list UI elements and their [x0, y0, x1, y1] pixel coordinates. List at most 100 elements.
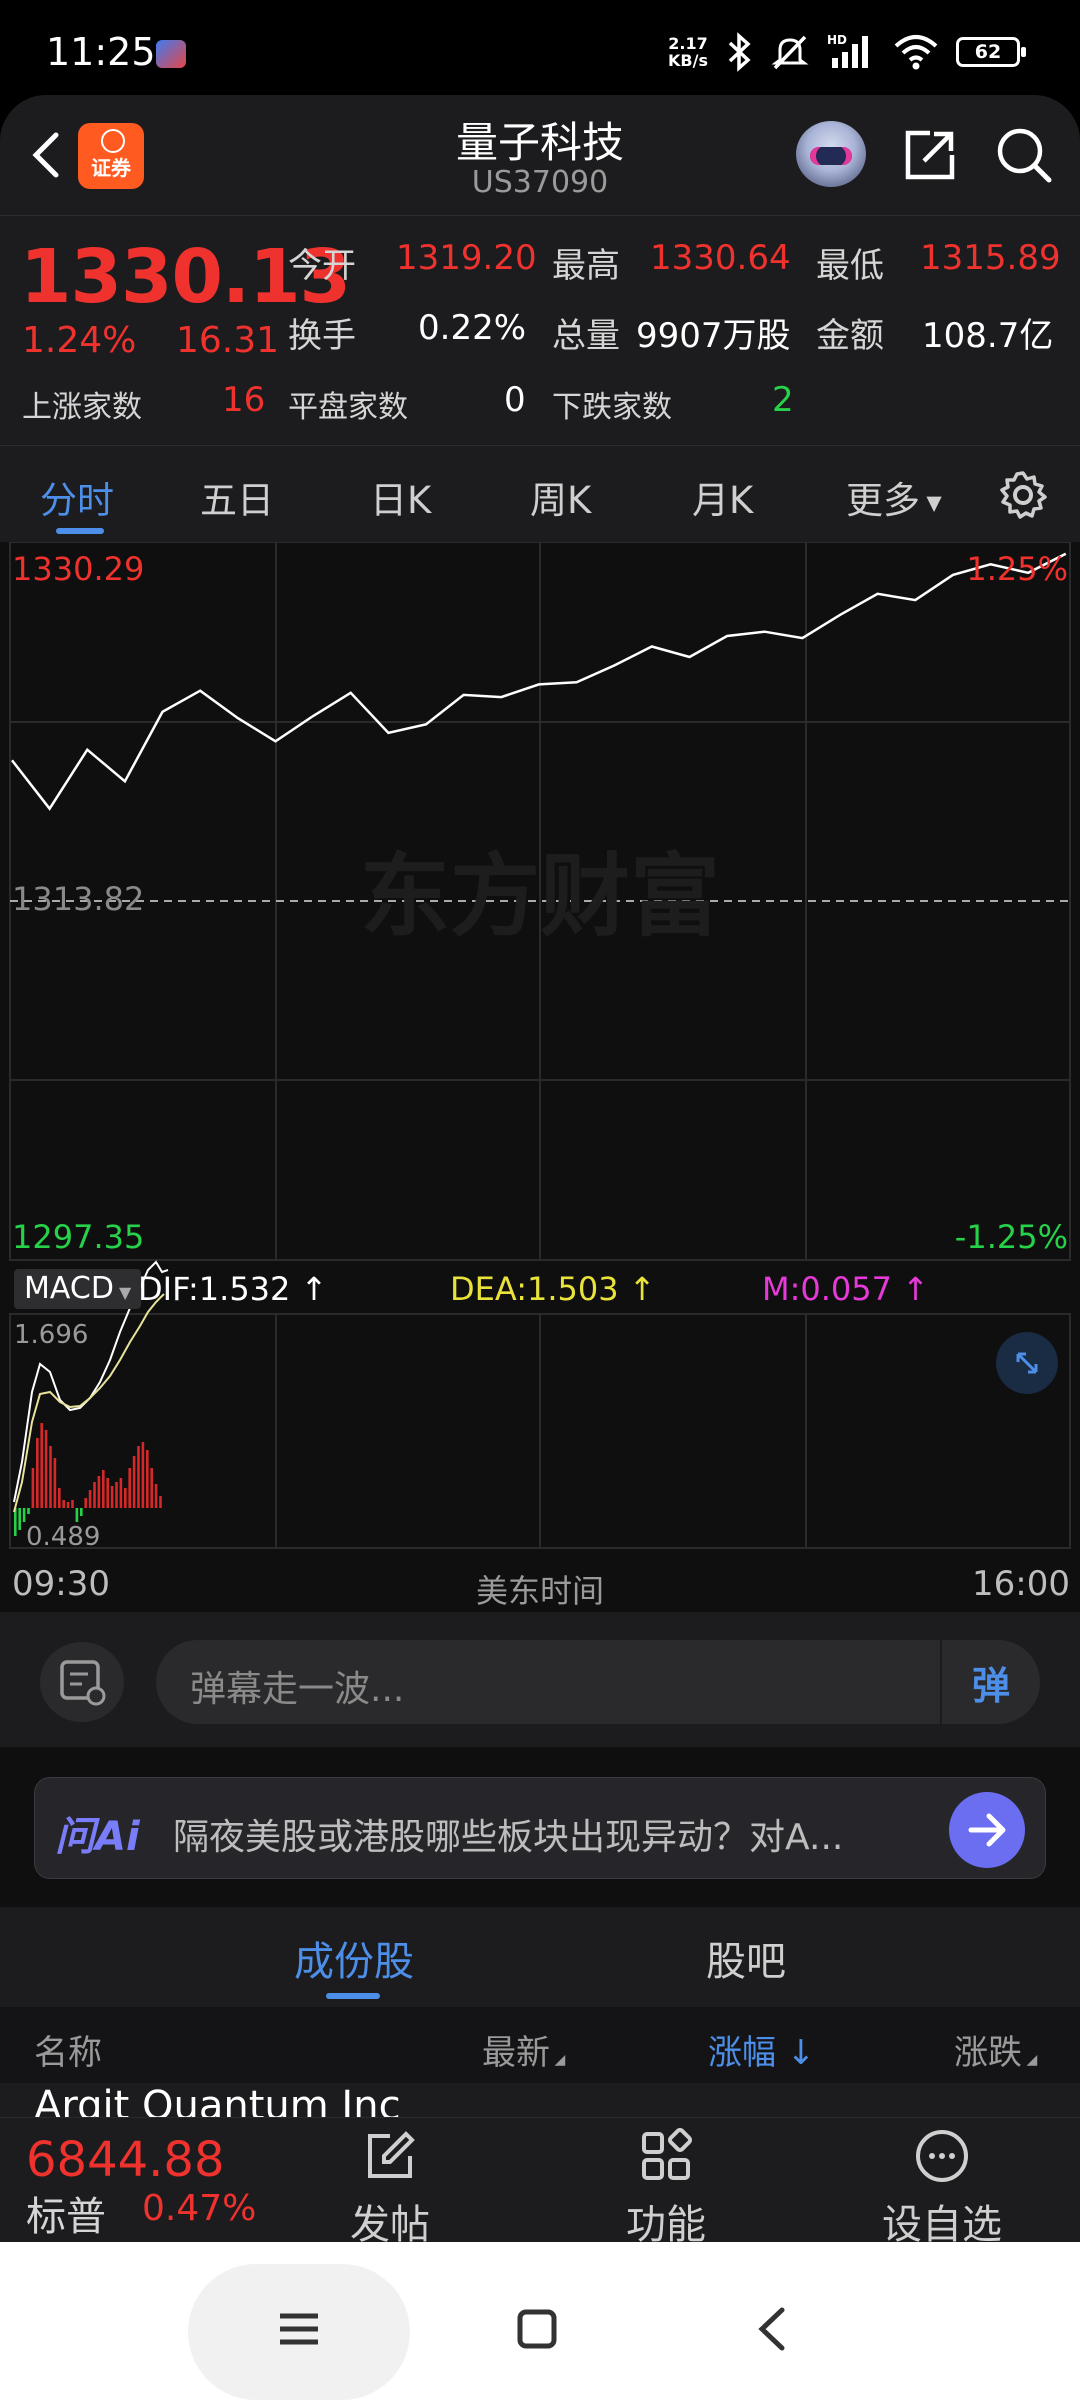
macd-bottom-value: 0.489: [26, 1522, 101, 1552]
ask-ai-logo: 问Ai: [55, 1814, 140, 1860]
col-latest[interactable]: 最新 ◢: [482, 2025, 565, 2074]
macd-bar: [49, 1446, 52, 1508]
notification-app-icon: [156, 40, 186, 68]
index-percent: 0.47%: [142, 2188, 257, 2229]
dif-value: DIF:1.532 ↑: [138, 1270, 328, 1308]
macd-bar: [75, 1508, 79, 1522]
up-count: 16: [222, 380, 266, 420]
share-icon[interactable]: [900, 125, 960, 185]
macd-bar: [58, 1488, 61, 1508]
ask-ai-section: 问Ai 隔夜美股或港股哪些板块出现异动？对A...: [0, 1747, 1080, 1907]
tab-forum[interactable]: 股吧: [706, 1929, 786, 1987]
low-label: 最低: [816, 246, 884, 286]
macd-bar: [141, 1442, 145, 1508]
change-amount: 16.31: [176, 320, 280, 361]
edit-icon: [368, 2131, 415, 2178]
functions-button[interactable]: 功能: [596, 2127, 736, 2250]
macd-bar: [102, 1470, 105, 1508]
high-label: 最高: [552, 246, 620, 286]
col-name[interactable]: 名称: [34, 2025, 102, 2074]
expand-icon[interactable]: [996, 1332, 1058, 1394]
macd-bar: [124, 1488, 127, 1508]
time-end: 16:00: [972, 1564, 1070, 1604]
wifi-icon: [894, 35, 938, 70]
grid-icon: [642, 2127, 693, 2180]
tab-daily-k[interactable]: 日K: [370, 470, 431, 524]
more-dots-icon: [916, 2130, 968, 2182]
system-navigation-bar: [0, 2242, 1080, 2400]
svg-text:HD: HD: [827, 33, 847, 47]
macd-bar: [66, 1502, 70, 1508]
danmaku-send-button[interactable]: 弹: [940, 1640, 1040, 1724]
bottom-toolbar: 6844.88 标普 0.47% 发帖 功能 设自选: [0, 2117, 1080, 2248]
chart-top-price: 1330.29: [12, 550, 145, 588]
ai-assistant-robot-icon[interactable]: [796, 121, 866, 187]
settings-gear-icon[interactable]: [996, 468, 1050, 522]
m-value: M:0.057 ↑: [762, 1270, 929, 1308]
macd-bar: [97, 1476, 101, 1508]
index-name: 标普: [26, 2194, 106, 2240]
add-watchlist-button[interactable]: 设自选: [872, 2128, 1012, 2250]
macd-bar: [93, 1482, 96, 1508]
tab-constituents[interactable]: 成份股: [294, 1929, 414, 1987]
tab-monthly-k[interactable]: 月K: [692, 470, 753, 524]
amount-label: 金额: [816, 316, 884, 356]
tab-weekly-k[interactable]: 周K: [530, 470, 591, 524]
turnover-value: 0.22%: [418, 308, 527, 348]
constituents-tab-indicator: [326, 1993, 380, 1999]
macd-bar: [14, 1508, 17, 1536]
down-count: 2: [772, 380, 794, 420]
indicator-select[interactable]: MACD ▼: [14, 1269, 142, 1309]
macd-bar: [119, 1478, 123, 1508]
menu-icon[interactable]: [274, 2304, 324, 2354]
macd-bar: [154, 1484, 158, 1508]
macd-bar: [22, 1508, 26, 1522]
home-square-icon[interactable]: [512, 2304, 562, 2354]
macd-bar: [31, 1468, 35, 1508]
macd-bar: [110, 1486, 114, 1508]
danmaku-input[interactable]: 弹幕走一波... 弹: [156, 1640, 1040, 1724]
col-percent[interactable]: 涨幅 ↓: [708, 2025, 815, 2074]
chart-bottom-price: 1297.35: [12, 1218, 145, 1256]
volume-label: 总量: [552, 316, 620, 356]
back-triangle-icon[interactable]: [748, 2304, 798, 2354]
constituents-section: 成份股 股吧 名称 最新 ◢ 涨幅 ↓ 涨跌 ◢ Arqit Quantum I…: [0, 1907, 1080, 2129]
macd-bar: [137, 1446, 140, 1508]
macd-bar: [159, 1496, 162, 1508]
flat-count-label: 平盘家数: [288, 390, 408, 425]
stock-header: 证券 量子科技 US37090: [0, 95, 1080, 215]
col-change[interactable]: 涨跌 ◢: [954, 2025, 1037, 2074]
macd-bar: [62, 1500, 65, 1508]
chart-top-percent: 1.25%: [966, 550, 1068, 588]
signal-icon: HD: [827, 33, 868, 68]
open-value: 1319.20: [396, 238, 537, 278]
danmaku-settings-icon[interactable]: [40, 1642, 124, 1722]
status-bar: 11:25 2.17 KB/s HD 62: [0, 0, 1080, 100]
ask-ai-card[interactable]: 问Ai 隔夜美股或港股哪些板块出现异动？对A...: [34, 1777, 1046, 1879]
macd-bar: [84, 1498, 87, 1508]
chart-mid-price: 1313.82: [12, 880, 145, 918]
tab-five-day[interactable]: 五日: [200, 470, 274, 524]
change-percent: 1.24%: [22, 320, 137, 361]
flat-count: 0: [504, 380, 526, 420]
macd-bar: [40, 1423, 43, 1508]
intraday-chart-area[interactable]: 东方财富 1330.29 1.25% 1313.82 1297.35 -1.25…: [0, 542, 1080, 1612]
chart-period-tabs: 分时 五日 日K 周K 月K 更多 ▼: [0, 445, 1080, 542]
macd-bar: [132, 1456, 136, 1508]
macd-bar: [44, 1430, 48, 1508]
tab-intraday[interactable]: 分时: [40, 470, 114, 524]
search-icon[interactable]: [994, 125, 1054, 185]
chart-watermark: 东方财富: [360, 844, 720, 949]
macd-top-value: 1.696: [14, 1320, 89, 1350]
dea-value: DEA:1.503 ↑: [450, 1270, 656, 1308]
macd-bar: [88, 1490, 92, 1508]
mute-bell-icon: [771, 35, 809, 70]
index-value: 6844.88: [26, 2132, 225, 2188]
down-count-label: 下跌家数: [552, 390, 672, 425]
ask-ai-prompt: 隔夜美股或港股哪些板块出现异动？对A...: [173, 1817, 844, 1858]
macd-bar: [146, 1450, 149, 1508]
ask-ai-go-button[interactable]: [949, 1792, 1025, 1868]
tab-more[interactable]: 更多 ▼: [846, 470, 942, 524]
post-button[interactable]: 发帖: [320, 2128, 460, 2250]
macd-bar: [36, 1438, 39, 1508]
